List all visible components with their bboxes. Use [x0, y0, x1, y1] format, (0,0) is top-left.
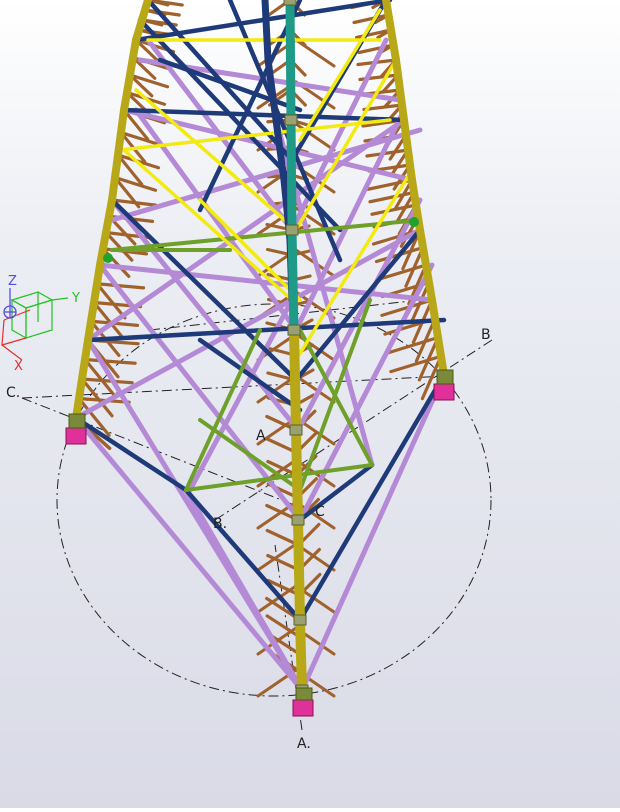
secondary-lacing-member [365, 148, 410, 158]
axis-z-label: Z [8, 274, 17, 289]
secondary-lacing-member [80, 377, 134, 385]
primary-brace-member [73, 415, 189, 493]
support-c[interactable] [65, 413, 87, 445]
leg-a-lower [289, 325, 301, 435]
leg-a-upper [285, 0, 296, 125]
leg-a-upper [287, 225, 299, 335]
grid-label-b-center: B. [213, 516, 227, 532]
grid-label-a-center: A [256, 428, 266, 444]
axis-x-label: X [14, 359, 23, 374]
joint-node [293, 614, 307, 626]
joint-node [285, 224, 299, 236]
3d-model-viewport[interactable]: A. A B B. C. C Z Y X [0, 0, 620, 808]
grid-line-c-center [21, 397, 303, 509]
axis-y-label: Y [71, 291, 80, 306]
support-a[interactable] [292, 687, 314, 717]
leg-b [382, 0, 400, 64]
grid-label-c-center: C [315, 504, 325, 520]
upper-brace-member [118, 118, 392, 152]
leg-a-lower [293, 515, 305, 625]
secondary-lacing-member [294, 38, 336, 68]
main-diagonal-member [183, 487, 305, 693]
tower-model-view[interactable]: A. A B B. C. C Z Y X [0, 0, 620, 808]
grid-label-a-bottom: A. [297, 736, 311, 752]
joint-node [103, 253, 113, 263]
joint-node [287, 324, 301, 336]
joint-node [291, 514, 305, 526]
leg-back [264, 56, 280, 124]
main-diagonal-member [295, 197, 423, 433]
leg-a-lower [295, 615, 307, 695]
grid-label-c-left: C. [6, 385, 20, 401]
joint-node [284, 114, 298, 126]
tower-members[interactable] [72, 0, 448, 698]
support-b[interactable] [433, 369, 455, 401]
main-diagonal-member [133, 107, 299, 333]
secondary-lacing-member [83, 357, 137, 365]
joint-node [283, 0, 297, 6]
joint-node [409, 217, 419, 227]
leg-back [261, 0, 272, 64]
grid-label-b-right: B [481, 327, 491, 343]
primary-brace-member [297, 372, 447, 623]
leg-a-upper [286, 115, 297, 235]
joint-node [289, 424, 303, 436]
leg-a-lower [291, 425, 303, 525]
axis-gizmo[interactable]: Z Y X [1, 274, 80, 374]
